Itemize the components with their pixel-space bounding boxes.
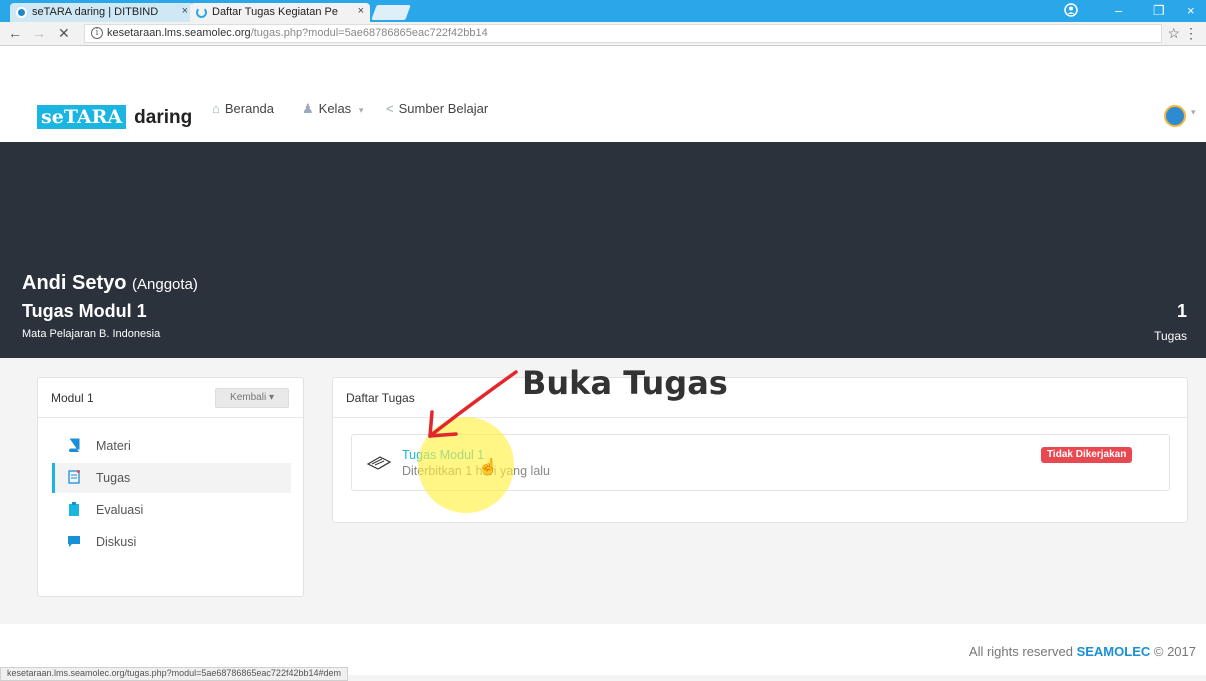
share-icon: < <box>386 101 394 116</box>
status-badge: Tidak Dikerjakan <box>1041 447 1133 463</box>
home-icon: ⌂ <box>212 101 220 116</box>
profile-icon[interactable] <box>1064 3 1078 20</box>
user-role: (Anggota) <box>132 276 198 293</box>
minimize-icon[interactable]: – <box>1115 3 1122 18</box>
tab-close-icon[interactable]: × <box>182 5 188 17</box>
page-title: Tugas Modul 1 <box>22 301 147 321</box>
user-avatar[interactable] <box>1164 105 1186 127</box>
nav-label: Beranda <box>224 101 275 116</box>
browser-status-url: kesetaraan.lms.seamolec.org/tugas.php?mo… <box>0 667 348 681</box>
tab-setara-daring[interactable]: seTARA daring | DITBIND × <box>10 3 194 22</box>
module-sidebar: Modul 1 Kembali ▾ Materi Tugas Evaluasi … <box>37 377 304 597</box>
task-count: 1 <box>1176 301 1187 321</box>
task-icon <box>68 470 80 484</box>
sidebar-item-label: Materi <box>96 439 131 453</box>
tab-daftar-tugas[interactable]: Daftar Tugas Kegiatan Pe × <box>190 3 370 22</box>
sidebar-item-materi[interactable]: Materi <box>52 431 291 461</box>
tab-title: seTARA daring | DITBIND <box>32 6 159 18</box>
nav-label: Kelas <box>318 101 352 116</box>
sidebar-item-evaluasi[interactable]: Evaluasi <box>52 495 291 525</box>
sidebar-item-label: Evaluasi <box>96 503 144 517</box>
footer-text: All rights reserved <box>968 644 1073 659</box>
sidebar-title: Modul 1 <box>51 391 94 405</box>
nav-kelas[interactable]: ♟ Kelas ▾ <box>302 101 363 117</box>
pencil-paper-icon <box>366 456 392 470</box>
nav-label: Sumber Belajar <box>398 101 489 116</box>
task-count-label: Tugas <box>1154 329 1187 343</box>
stop-loading-icon[interactable]: ✕ <box>58 25 70 42</box>
annotation-arrow-icon <box>428 370 518 438</box>
footer-year: © 2017 <box>1153 644 1196 659</box>
url-path: /tugas.php?modul=5ae68786865eac722f42bb1… <box>250 27 488 39</box>
task-list-title: Daftar Tugas <box>346 391 415 405</box>
kembali-button[interactable]: Kembali ▾ <box>215 388 289 408</box>
chat-icon <box>68 536 80 547</box>
sidebar-item-label: Diskusi <box>96 535 137 549</box>
site-logo[interactable]: seTARA daring <box>37 105 193 130</box>
maximize-icon[interactable]: ❐ <box>1153 3 1165 19</box>
footer-brand-link[interactable]: SEAMOLEC <box>1077 644 1151 659</box>
browser-tab-strip: seTARA daring | DITBIND × Daftar Tugas K… <box>0 0 1206 22</box>
tab-close-icon[interactable]: × <box>358 5 364 17</box>
url-host: kesetaraan.lms.seamolec.org <box>107 27 251 39</box>
loading-spinner-icon <box>196 7 207 18</box>
bookmark-star-icon[interactable]: ☆ <box>1167 25 1180 42</box>
book-icon <box>69 438 80 452</box>
logo-daring: daring <box>134 107 193 128</box>
logo-setara: seTARA <box>37 105 127 129</box>
back-icon[interactable]: ← <box>8 25 22 41</box>
close-window-icon[interactable]: × <box>1187 3 1195 18</box>
chevron-down-icon[interactable]: ▾ <box>1191 107 1196 118</box>
nav-sumber-belajar[interactable]: < Sumber Belajar <box>386 101 488 116</box>
hand-pointer-icon: ☝ <box>478 459 498 476</box>
page-subtitle: Mata Pelajaran B. Indonesia <box>22 328 161 340</box>
user-name: Andi Setyo (Anggota) <box>22 272 198 295</box>
nav-beranda[interactable]: ⌂ Beranda <box>212 101 274 116</box>
annotation-label: Buka Tugas <box>522 364 728 402</box>
footer-copyright: All rights reserved SEAMOLEC © 2017 <box>969 644 1196 659</box>
url-input[interactable]: i kesetaraan.lms.seamolec.org/tugas.php?… <box>84 24 1162 43</box>
forward-icon[interactable]: → <box>32 25 46 41</box>
clipboard-icon <box>69 502 79 516</box>
address-bar: ← → ✕ i kesetaraan.lms.seamolec.org/tuga… <box>0 22 1206 46</box>
site-favicon-icon <box>16 7 27 18</box>
info-icon[interactable]: i <box>91 27 103 39</box>
sidebar-item-diskusi[interactable]: Diskusi <box>52 527 291 557</box>
sidebar-item-label: Tugas <box>96 471 131 485</box>
hero-banner: Andi Setyo (Anggota) Tugas Modul 1 Mata … <box>0 142 1206 358</box>
browser-menu-icon[interactable]: ⋮ <box>1184 25 1198 42</box>
user-name-text: Andi Setyo <box>22 272 127 294</box>
sidebar-header: Modul 1 Kembali ▾ <box>38 378 303 418</box>
sidebar-item-tugas[interactable]: Tugas <box>52 463 291 493</box>
tab-title: Daftar Tugas Kegiatan Pe <box>212 6 338 18</box>
new-tab-button[interactable] <box>371 5 411 20</box>
users-icon: ♟ <box>302 101 314 116</box>
chevron-down-icon: ▾ <box>358 105 364 115</box>
